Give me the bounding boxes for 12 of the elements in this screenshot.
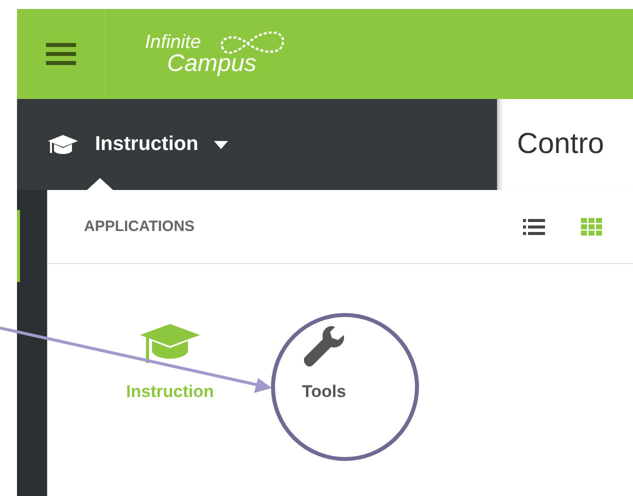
logo: Infinite Campus [145, 32, 256, 76]
app-switcher[interactable]: Instruction [47, 133, 228, 156]
panel-title: APPLICATIONS [84, 218, 195, 235]
grid-icon [581, 218, 603, 236]
page-title: Contro [517, 128, 604, 161]
caret-icon [214, 140, 228, 148]
graduation-cap-icon [47, 134, 79, 156]
wrench-icon [302, 324, 346, 368]
application-tile[interactable]: Tools [266, 324, 382, 402]
list-icon [523, 218, 545, 236]
list-view-button[interactable] [523, 218, 545, 236]
menu-icon [46, 42, 76, 66]
